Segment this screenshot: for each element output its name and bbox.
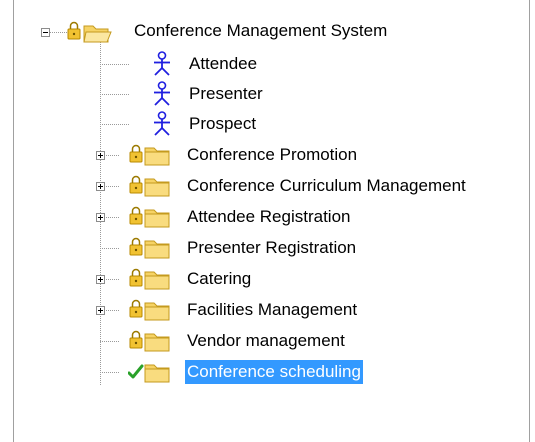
right-pane-edge xyxy=(529,0,535,442)
tree-connector-line xyxy=(100,341,120,342)
tree-connector-line xyxy=(100,94,130,95)
tree-node-label: Facilities Management xyxy=(187,300,358,319)
tree-node-label: Attendee Registration xyxy=(187,207,351,226)
tree-node-label: Conference Management System xyxy=(134,21,388,40)
locked-folder-icon xyxy=(129,330,170,352)
locked-folder-icon xyxy=(129,175,170,197)
actor-icon xyxy=(154,81,170,106)
expand-toggle[interactable] xyxy=(96,213,105,222)
tree-node-label: Presenter xyxy=(189,84,263,103)
tree-node-label: Catering xyxy=(187,269,252,288)
tree-node-label: Presenter Registration xyxy=(187,238,357,257)
expand-toggle[interactable] xyxy=(96,182,105,191)
actor-icon xyxy=(154,51,170,76)
tree-connector-line xyxy=(100,372,120,373)
locked-folder-icon xyxy=(129,237,170,259)
tree-node-label: Attendee xyxy=(189,54,258,73)
left-pane-edge xyxy=(0,0,14,442)
tree-connector-line xyxy=(106,155,120,156)
tree-node-label: Conference scheduling xyxy=(185,360,363,384)
tree-connector-line xyxy=(100,124,130,125)
tree-connector-line xyxy=(106,310,120,311)
tree-connector-line xyxy=(106,279,120,280)
model-tree-panel: Conference Management System Attendee Pre… xyxy=(0,0,535,442)
locked-folder-icon xyxy=(129,268,170,290)
tree-node-label: Vendor management xyxy=(187,331,345,350)
tree-connector-line xyxy=(106,186,120,187)
tree-connector-line xyxy=(100,64,130,65)
tree-connector-line xyxy=(106,217,120,218)
tree-node-label: Conference Promotion xyxy=(187,145,358,164)
expand-toggle[interactable] xyxy=(96,151,105,160)
locked-folder-icon xyxy=(129,206,170,228)
actor-icon xyxy=(154,111,170,136)
root-collapse-toggle[interactable] xyxy=(41,28,50,37)
tree-node-label: Conference Curriculum Management xyxy=(187,176,466,195)
checked-out-folder-icon xyxy=(128,364,170,383)
tree-node-label: Prospect xyxy=(189,114,257,133)
expand-toggle[interactable] xyxy=(96,275,105,284)
expand-toggle[interactable] xyxy=(96,306,105,315)
tree-node-package[interactable] xyxy=(120,267,520,297)
locked-folder-icon xyxy=(129,144,170,166)
locked-folder-icon xyxy=(129,299,170,321)
tree-connector-line xyxy=(100,248,120,249)
